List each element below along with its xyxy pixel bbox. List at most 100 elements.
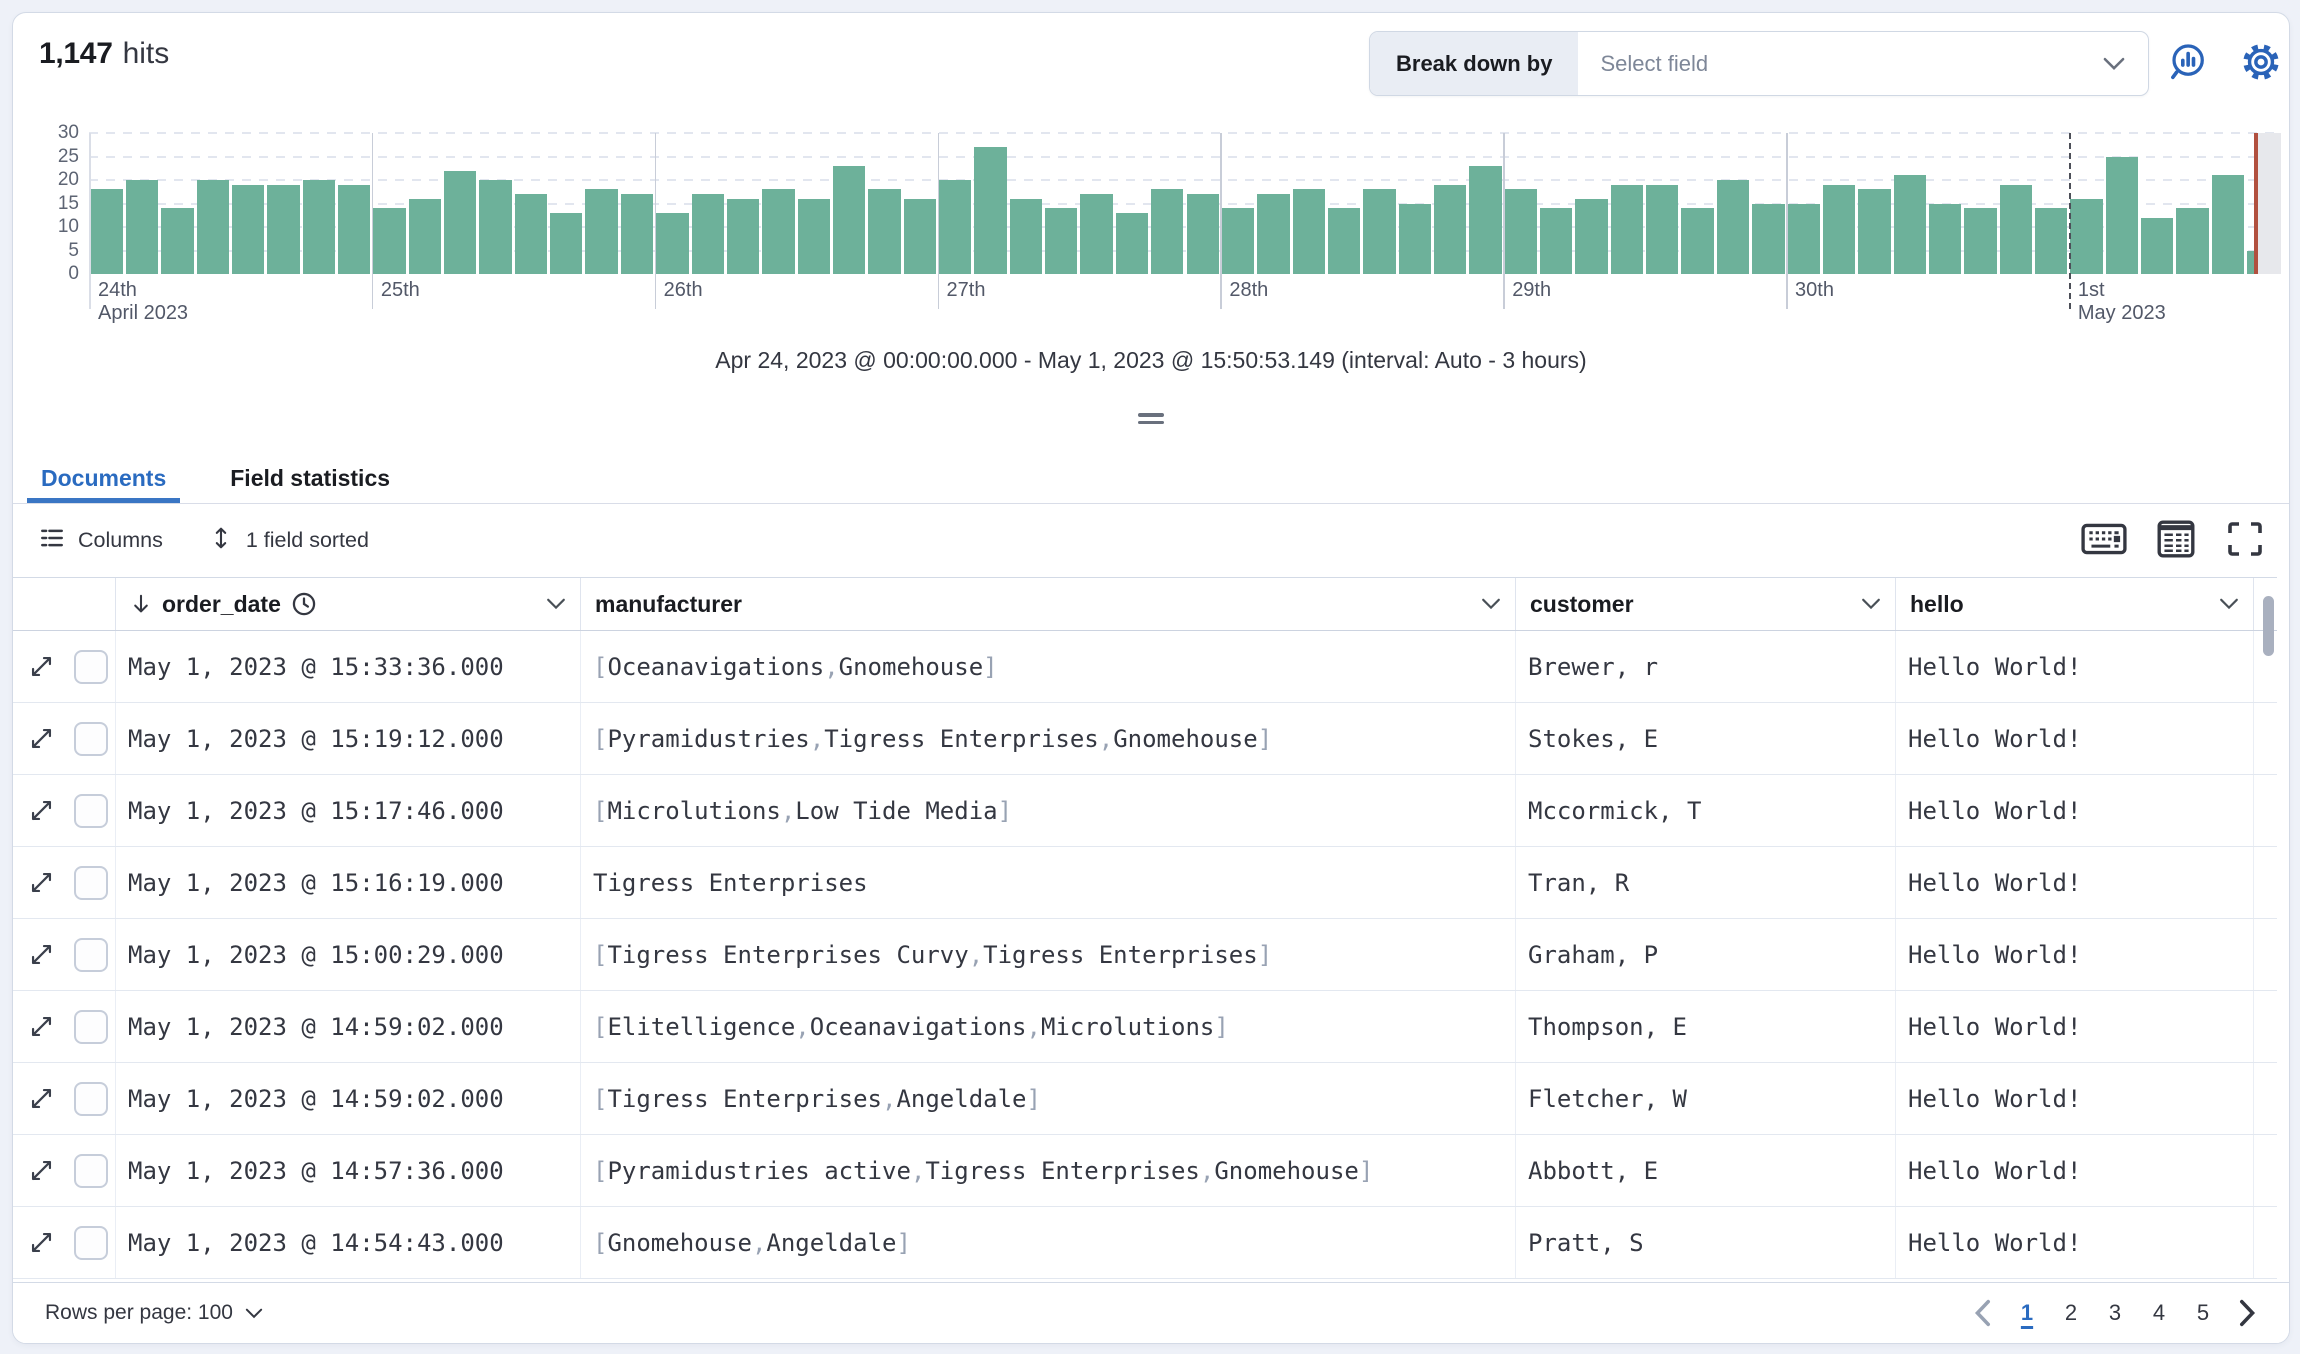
expand-document-button[interactable] <box>29 1086 54 1111</box>
histogram-bar[interactable] <box>2070 198 2103 274</box>
chart-options-button[interactable] <box>2239 41 2283 85</box>
previous-page-button[interactable] <box>1961 1291 2005 1335</box>
columns-button[interactable]: Columns <box>39 525 163 557</box>
histogram-bar[interactable] <box>797 198 830 274</box>
histogram-bar[interactable] <box>1893 175 1926 274</box>
histogram-bar[interactable] <box>1858 189 1891 274</box>
tab-field-statistics[interactable]: Field statistics <box>216 453 404 503</box>
row-checkbox[interactable] <box>74 649 108 684</box>
histogram-bar[interactable] <box>373 208 406 274</box>
row-checkbox[interactable] <box>74 1081 108 1116</box>
edit-visualization-button[interactable] <box>2165 41 2209 85</box>
histogram-bar[interactable] <box>1822 184 1856 274</box>
histogram-bar[interactable] <box>2105 156 2139 274</box>
histogram-bar[interactable] <box>161 208 194 274</box>
vertical-scrollbar-thumb[interactable] <box>2263 596 2274 656</box>
histogram-bar[interactable] <box>1469 165 1502 274</box>
column-menu-chevron-icon[interactable] <box>2219 598 2239 610</box>
expand-document-button[interactable] <box>29 798 54 823</box>
histogram-bar[interactable] <box>762 189 795 274</box>
expand-document-button[interactable] <box>29 654 54 679</box>
histogram-bar[interactable] <box>1504 189 1538 274</box>
row-checkbox[interactable] <box>74 721 108 756</box>
page-button-4[interactable]: 4 <box>2137 1291 2181 1335</box>
histogram-bar[interactable] <box>1398 203 1431 274</box>
fullscreen-button[interactable] <box>2225 519 2265 562</box>
histogram-bar[interactable] <box>1257 194 1290 274</box>
row-checkbox[interactable] <box>74 865 108 900</box>
histogram-bar[interactable] <box>1115 212 1149 274</box>
tab-documents[interactable]: Documents <box>27 453 181 503</box>
keyboard-shortcuts-button[interactable] <box>2081 522 2127 559</box>
histogram-bar[interactable] <box>868 189 901 274</box>
histogram-bar[interactable] <box>267 184 300 274</box>
histogram-bar[interactable] <box>585 189 618 274</box>
header-order-date[interactable]: order_date <box>116 578 581 630</box>
histogram-bar[interactable] <box>1787 203 1820 274</box>
histogram-bar[interactable] <box>620 194 654 274</box>
histogram-bar[interactable] <box>1433 184 1467 274</box>
page-button-2[interactable]: 2 <box>2049 1291 2093 1335</box>
page-button-3[interactable]: 3 <box>2093 1291 2137 1335</box>
histogram-bar[interactable] <box>1681 208 1714 274</box>
histogram-bar[interactable] <box>1610 184 1644 274</box>
histogram-bar[interactable] <box>1151 189 1184 274</box>
next-page-button[interactable] <box>2225 1291 2269 1335</box>
histogram-bar[interactable] <box>1716 180 1750 274</box>
histogram-bar[interactable] <box>2176 208 2209 274</box>
expand-document-button[interactable] <box>29 726 54 751</box>
histogram-bar[interactable] <box>125 180 159 274</box>
row-checkbox[interactable] <box>74 1225 108 1260</box>
histogram-bar[interactable] <box>2211 175 2245 274</box>
chart-resize-handle[interactable] <box>1138 409 1164 428</box>
histogram-bar[interactable] <box>903 198 936 274</box>
histogram-bar[interactable] <box>408 198 442 274</box>
histogram-bar[interactable] <box>1540 208 1573 274</box>
histogram-bar[interactable] <box>302 180 335 274</box>
histogram-bar[interactable] <box>1080 194 1113 274</box>
histogram-chart[interactable]: 24th April 2023 25th 26th 27th 28th 29th 30th 1s… <box>13 121 2289 331</box>
expand-document-button[interactable] <box>29 1014 54 1039</box>
histogram-bar[interactable] <box>1964 208 1997 274</box>
display-options-button[interactable] <box>2155 518 2197 563</box>
row-checkbox[interactable] <box>74 1153 108 1188</box>
expand-document-button[interactable] <box>29 942 54 967</box>
page-button-5[interactable]: 5 <box>2181 1291 2225 1335</box>
histogram-plot-area[interactable] <box>89 132 2281 274</box>
histogram-bar[interactable] <box>726 198 760 274</box>
histogram-bar[interactable] <box>231 184 265 274</box>
histogram-bar[interactable] <box>832 165 866 274</box>
histogram-bar[interactable] <box>1999 184 2032 274</box>
histogram-bar[interactable] <box>974 147 1007 274</box>
histogram-bar[interactable] <box>1363 189 1396 274</box>
histogram-bar[interactable] <box>90 189 123 274</box>
histogram-bar[interactable] <box>550 212 583 274</box>
histogram-bar[interactable] <box>2035 208 2068 274</box>
row-checkbox[interactable] <box>74 793 108 828</box>
row-checkbox[interactable] <box>74 937 108 972</box>
column-menu-chevron-icon[interactable] <box>1861 598 1881 610</box>
histogram-bar[interactable] <box>1292 189 1325 274</box>
histogram-bar[interactable] <box>2141 217 2174 274</box>
breakdown-field-select[interactable]: Select field <box>1578 32 2148 95</box>
header-customer[interactable]: customer <box>1516 578 1896 630</box>
header-hello[interactable]: hello <box>1896 578 2254 630</box>
histogram-bar[interactable] <box>514 194 548 274</box>
histogram-bar[interactable] <box>337 184 371 274</box>
expand-document-button[interactable] <box>29 1230 54 1255</box>
histogram-bar[interactable] <box>1928 203 1962 274</box>
column-menu-chevron-icon[interactable] <box>1481 598 1501 610</box>
header-manufacturer[interactable]: manufacturer <box>581 578 1516 630</box>
histogram-bar[interactable] <box>1045 208 1078 274</box>
histogram-bar[interactable] <box>1186 194 1219 274</box>
histogram-bar[interactable] <box>1327 208 1361 274</box>
expand-document-button[interactable] <box>29 1158 54 1183</box>
histogram-bar[interactable] <box>1646 184 1679 274</box>
column-menu-chevron-icon[interactable] <box>546 598 566 610</box>
histogram-bar[interactable] <box>1221 208 1255 274</box>
page-button-1[interactable]: 1 <box>2005 1291 2049 1335</box>
histogram-bar[interactable] <box>1752 203 1785 274</box>
histogram-bar[interactable] <box>196 180 229 274</box>
expand-document-button[interactable] <box>29 870 54 895</box>
histogram-bar[interactable] <box>939 180 972 274</box>
